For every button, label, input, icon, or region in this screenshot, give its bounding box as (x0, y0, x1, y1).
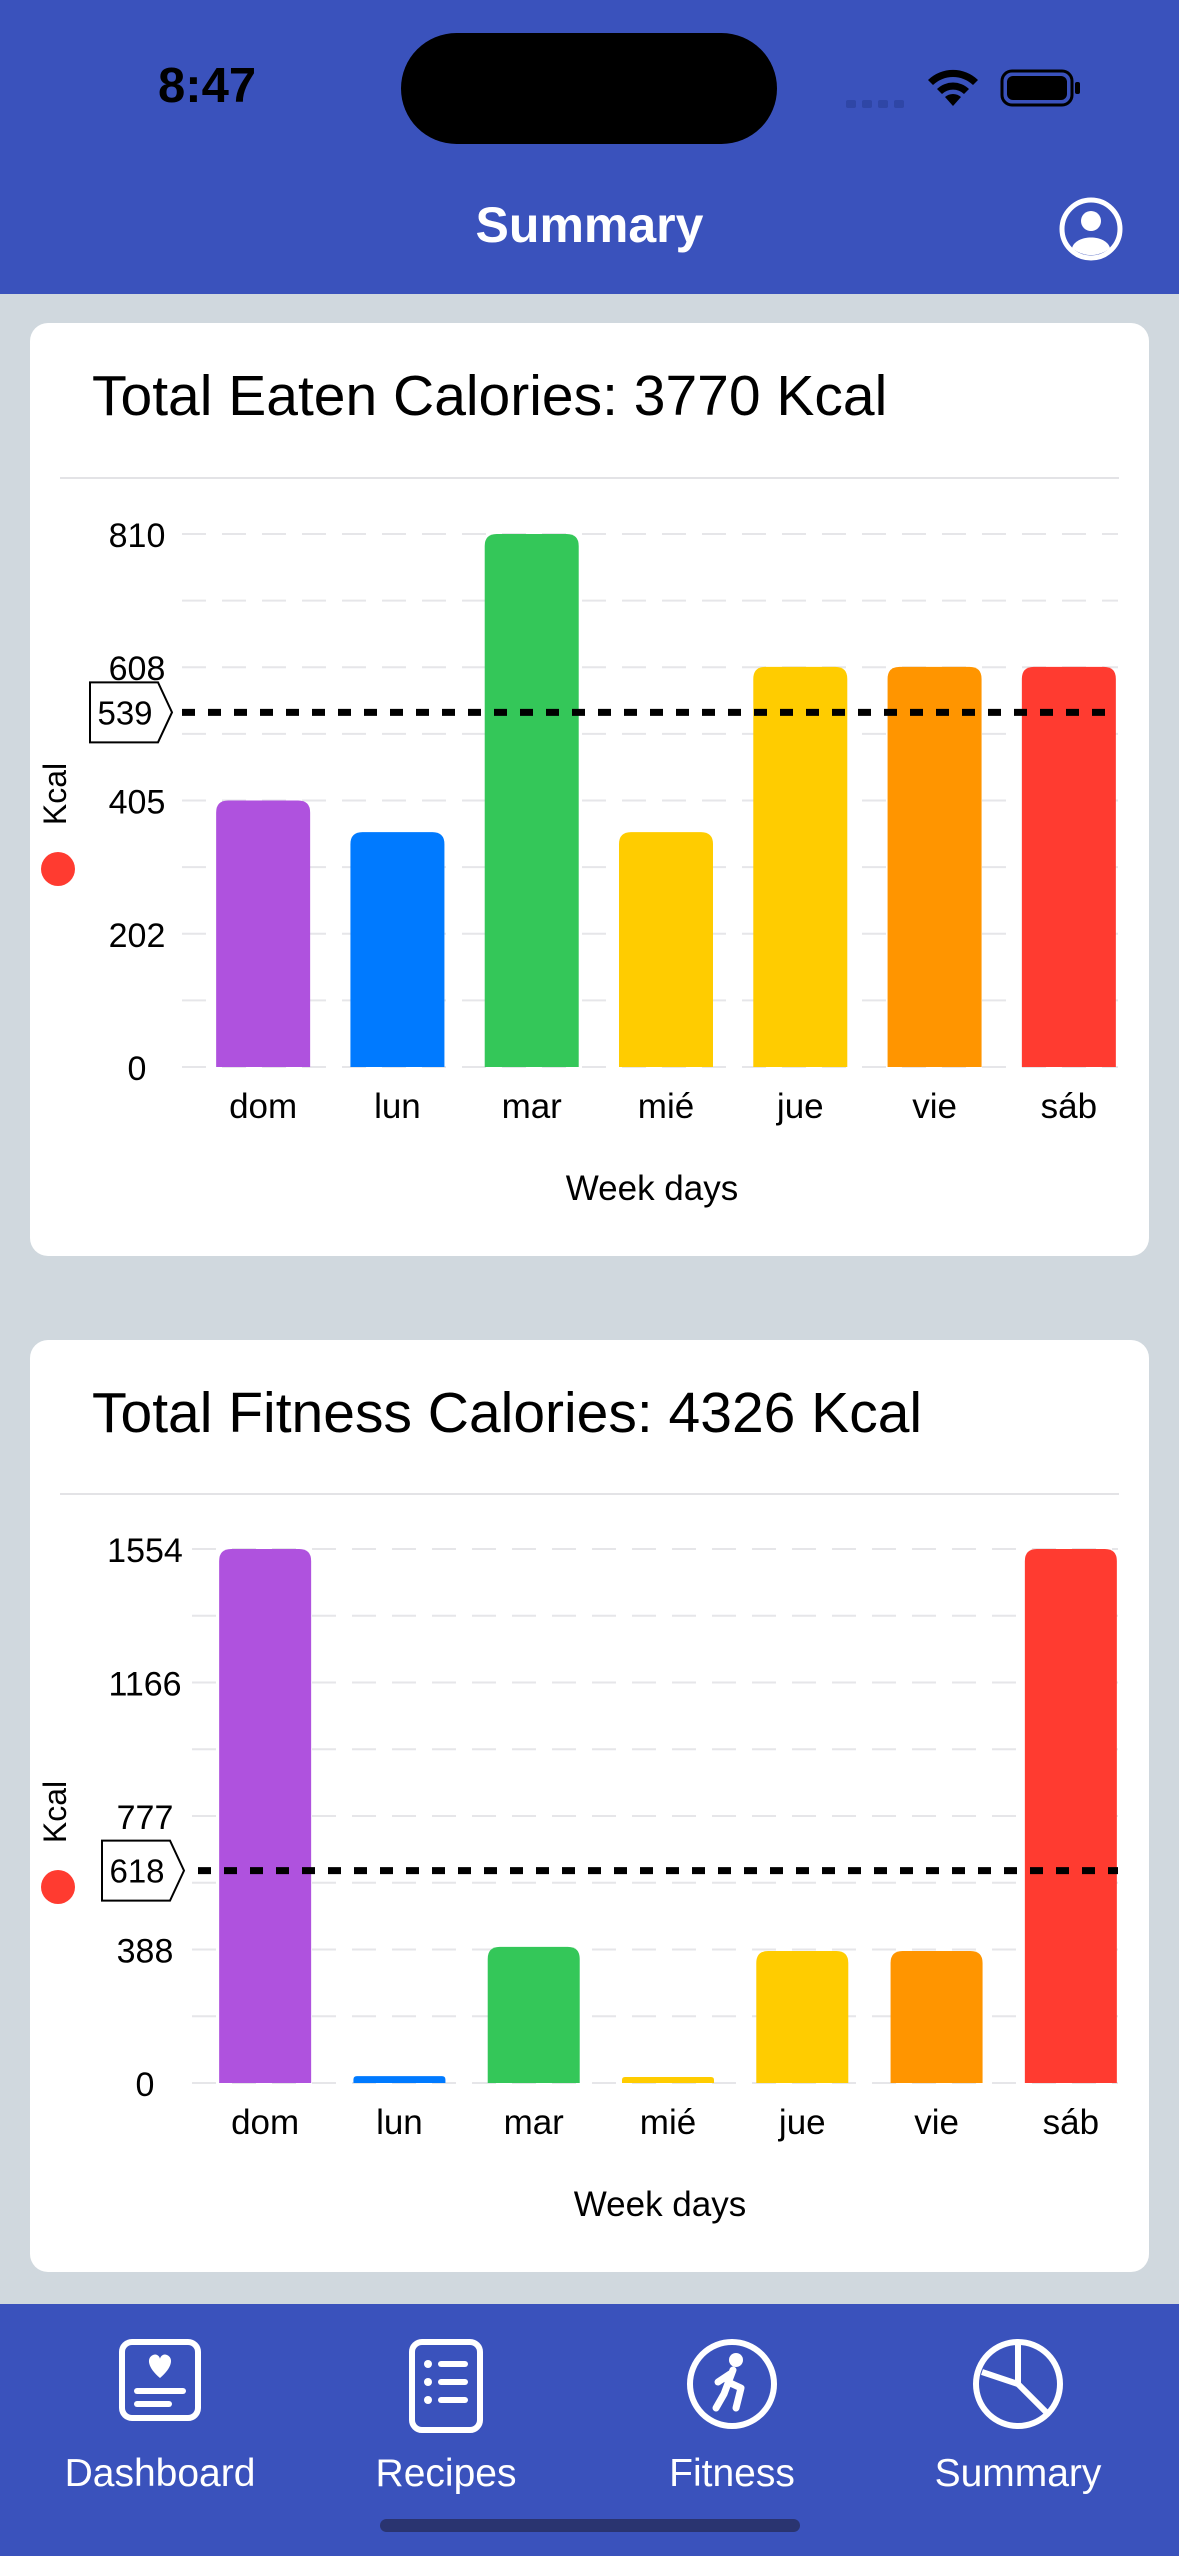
x-tick-label: vie (914, 2103, 959, 2142)
average-value: 539 (97, 694, 152, 731)
y-axis-label: Kcal (37, 1781, 73, 1843)
bar-dom (216, 800, 311, 1067)
eaten-calories-chart: 0202405608810dom lun mar mié jue vie sáb539Kca… (37, 517, 1118, 1208)
bar-dom (219, 1549, 312, 2083)
bar-lun (353, 2076, 446, 2083)
bar-mié (619, 832, 713, 1067)
x-tick-label: mié (638, 1087, 694, 1126)
x-tick-label: lun (374, 1087, 421, 1126)
x-tick-label: mar (502, 1087, 563, 1126)
y-tick-label: 1166 (108, 1665, 181, 1703)
navigation-bar: 8:47 Summary (0, 0, 1179, 294)
eaten-calories-card: Total Eaten Calories: 3770 Kcal 0 202 405 6… (30, 323, 1149, 1256)
battery-icon (1000, 69, 1080, 107)
y-tick-label: 0 (128, 1050, 147, 1088)
tab-label: Fitness (669, 2452, 795, 2495)
x-tick-label: mar (504, 2103, 565, 2142)
home-indicator (380, 2519, 800, 2532)
profile-button[interactable] (1058, 196, 1124, 262)
tab-label: Dashboard (64, 2452, 256, 2495)
bar-jue (756, 1951, 849, 2083)
dynamic-island (401, 33, 777, 144)
bar-sáb (1021, 666, 1116, 1067)
pie-chart-icon (973, 2339, 1063, 2429)
bar-lun (350, 832, 445, 1067)
wifi-icon (928, 69, 978, 106)
y-tick-label: 1554 (107, 1532, 183, 1570)
x-axis-label: Week days (566, 1169, 739, 1208)
bar-jue (753, 666, 848, 1067)
fitness-walk-icon (687, 2339, 777, 2429)
tab-fitness[interactable]: Fitness (587, 2304, 877, 2524)
legend-dot (41, 1870, 75, 1904)
x-tick-label: jue (778, 2103, 826, 2142)
x-tick-label: lun (376, 2103, 423, 2142)
average-value: 618 (109, 1853, 164, 1890)
x-tick-label: dom (229, 1087, 297, 1126)
x-tick-label: dom (231, 2103, 299, 2142)
x-axis-label: Week days (574, 2185, 747, 2224)
bar-mié (622, 2077, 714, 2083)
fitness-calories-chart: 0 388 777 1166 1554 dom lun mar mié jue vie sáb 618 K… (37, 1532, 1118, 2224)
y-tick-label: 405 (109, 784, 166, 822)
y-tick-label: 0 (136, 2066, 155, 2104)
y-tick-label: 388 (117, 1933, 174, 1971)
bar-mar (487, 1946, 580, 2083)
tab-summary[interactable]: Summary (873, 2304, 1163, 2524)
page-title: Summary (475, 197, 704, 253)
status-time: 8:47 (158, 59, 257, 113)
x-tick-label: sáb (1043, 2103, 1099, 2142)
recipes-list-icon (409, 2339, 483, 2433)
tab-recipes[interactable]: Recipes (301, 2304, 591, 2524)
bar-vie (890, 1951, 983, 2083)
bar-vie (887, 666, 982, 1067)
tab-dashboard[interactable]: Dashboard (15, 2304, 305, 2524)
y-axis-label: Kcal (37, 763, 73, 825)
x-tick-label: jue (776, 1087, 824, 1126)
fitness-calories-card: Total Fitness Calories: 4326 Kcal 0 388 77… (30, 1340, 1149, 2272)
y-tick-label: 202 (109, 917, 166, 955)
x-tick-label: mié (640, 2103, 696, 2142)
tab-label: Summary (934, 2452, 1102, 2495)
tab-label: Recipes (375, 2452, 517, 2495)
x-tick-label: vie (912, 1087, 957, 1126)
bar-mar (484, 534, 579, 1067)
y-tick-label: 810 (109, 517, 166, 555)
cellular-signal-icon (846, 90, 908, 108)
legend-dot (41, 852, 75, 886)
dashboard-icon (119, 2339, 201, 2421)
x-tick-label: sáb (1041, 1087, 1097, 1126)
y-tick-label: 777 (117, 1799, 174, 1837)
bar-sáb (1024, 1549, 1117, 2083)
